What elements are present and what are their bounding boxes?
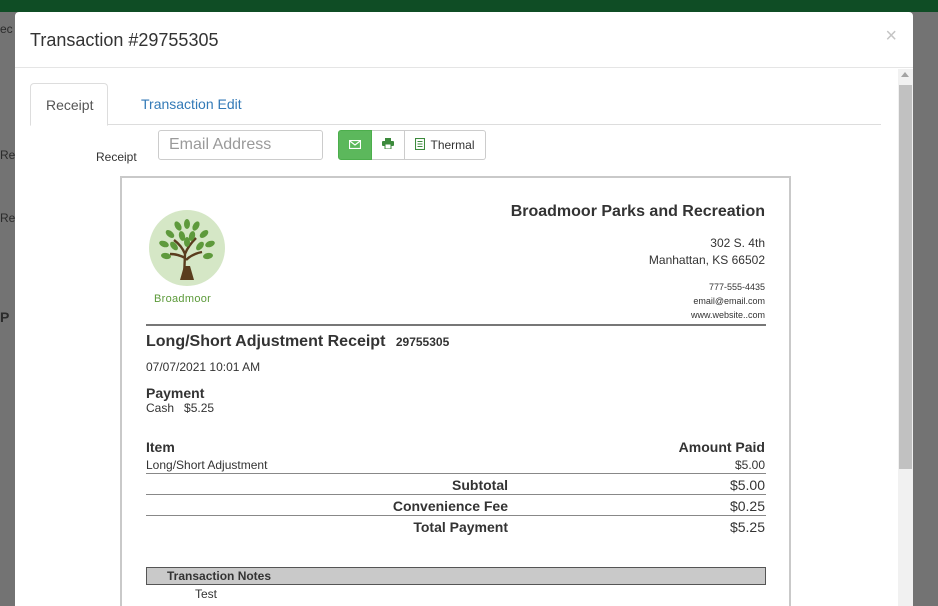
convenience-fee-label: Convenience Fee: [392, 498, 508, 514]
item-column-header: Item: [146, 439, 175, 455]
email-address-input[interactable]: [158, 130, 323, 160]
transaction-notes-text: Test: [195, 587, 218, 601]
receipt-preview: Broadmoor Broadmoor Parks and Recreation…: [120, 176, 791, 606]
address-line-1: 302 S. 4th: [710, 236, 765, 250]
receipt-number: 29755305: [395, 335, 450, 349]
envelope-icon: [348, 138, 362, 152]
background-text-fragment: ec: [0, 22, 13, 36]
close-icon[interactable]: ×: [885, 26, 897, 46]
total-payment-value: $5.25: [729, 519, 765, 535]
transaction-modal: Transaction #29755305 × Receipt Transact…: [15, 12, 913, 606]
website: www.website..com: [690, 310, 765, 320]
receipt-icon: [415, 137, 426, 153]
total-payment-label: Total Payment: [413, 519, 508, 535]
background-text-fragment: Re: [0, 148, 16, 162]
modal-header: Transaction #29755305 ×: [15, 12, 913, 68]
receipt-actions: Thermal: [338, 130, 486, 160]
amount-column-header: Amount Paid: [678, 439, 765, 455]
organization-block: Broadmoor Parks and Recreation 302 S. 4t…: [511, 203, 765, 322]
payment-detail: Cash $5.25: [146, 401, 215, 415]
organization-address: 302 S. 4th Manhattan, KS 66502: [511, 235, 765, 269]
row-divider: [146, 473, 766, 474]
tab-bar: Receipt Transaction Edit: [30, 83, 881, 126]
phone: 777-555-4435: [708, 282, 765, 292]
address-line-2: Manhattan, KS 66502: [648, 253, 765, 267]
receipt-title: Long/Short Adjustment Receipt 29755305: [146, 333, 449, 351]
broadmoor-logo: Broadmoor: [146, 210, 228, 310]
subtotal-label: Subtotal: [452, 477, 508, 493]
modal-title: Transaction #29755305: [30, 30, 219, 50]
printer-icon: [382, 138, 394, 152]
line-item-amount: $5.00: [734, 458, 765, 472]
receipt-date: 07/07/2021 10:01 AM: [146, 360, 261, 374]
line-item-name: Long/Short Adjustment: [146, 458, 268, 472]
tab-receipt[interactable]: Receipt: [30, 83, 108, 126]
thermal-label: Thermal: [430, 138, 475, 152]
scroll-up-arrow-icon[interactable]: [901, 72, 909, 77]
email: email@email.com: [693, 296, 765, 306]
convenience-fee-value: $0.25: [729, 498, 765, 514]
row-divider: [146, 494, 766, 495]
vertical-scrollbar[interactable]: [898, 69, 913, 606]
tab-transaction-edit[interactable]: Transaction Edit: [126, 83, 257, 125]
email-receipt-button[interactable]: [338, 130, 372, 160]
modal-body: Receipt Transaction Edit Receipt Thermal: [15, 69, 913, 606]
thermal-print-button[interactable]: Thermal: [405, 130, 486, 160]
background-text-fragment: P: [0, 309, 10, 325]
subtotal-value: $5.00: [729, 477, 765, 493]
app-top-bar: [0, 0, 938, 12]
payment-heading: Payment: [146, 385, 205, 401]
organization-name: Broadmoor Parks and Recreation: [510, 203, 765, 220]
receipt-label: Receipt: [96, 150, 137, 164]
row-divider: [146, 515, 766, 516]
transaction-notes-label: Transaction Notes: [167, 569, 272, 583]
header-divider: [146, 324, 766, 326]
organization-contact: 777-555-4435 email@email.com www.website…: [511, 280, 765, 322]
print-receipt-button[interactable]: [372, 130, 405, 160]
transaction-notes-header: Transaction Notes: [146, 567, 766, 585]
receipt-title-text: Long/Short Adjustment Receipt: [146, 333, 386, 350]
logo-text: Broadmoor: [154, 293, 212, 305]
scroll-thumb[interactable]: [899, 85, 912, 469]
